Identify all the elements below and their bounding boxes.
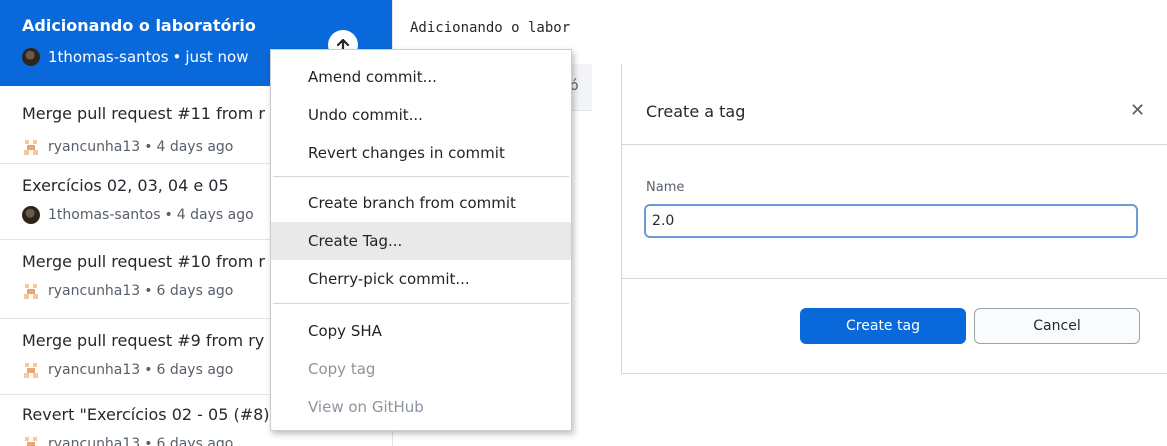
commit-author: ryancunha13 <box>48 139 141 155</box>
menu-separator <box>273 303 569 304</box>
menu-item-undo-commit[interactable]: Undo commit... <box>271 96 571 134</box>
meta-separator: • <box>144 283 153 299</box>
commit-time: 6 days ago <box>156 362 234 378</box>
commit-detail-title: Adicionando o labor <box>410 20 571 36</box>
avatar <box>22 361 40 379</box>
commit-title: Exercícios 02, 03, 04 e 05 <box>22 176 229 195</box>
commit-time: just now <box>185 48 249 66</box>
commit-meta: ryancunha13 • 6 days ago <box>22 361 233 379</box>
create-tag-button[interactable]: Create tag <box>800 308 966 344</box>
create-tag-dialog: Create a tag ✕ Name Create tag Cancel <box>621 64 1167 374</box>
commit-meta: ryancunha13 • 6 days ago <box>22 282 233 300</box>
menu-item-amend-commit[interactable]: Amend commit... <box>271 58 571 96</box>
commit-meta: 1thomas-santos • 4 days ago <box>22 206 254 224</box>
commit-author: 1thomas-santos <box>48 207 161 223</box>
menu-item-revert-changes[interactable]: Revert changes in commit <box>271 134 571 172</box>
commit-title: Adicionando o laboratório <box>22 16 256 35</box>
commit-time: 4 days ago <box>156 139 234 155</box>
menu-item-cherry-pick[interactable]: Cherry-pick commit... <box>271 260 571 298</box>
meta-separator: • <box>144 362 153 378</box>
menu-separator <box>273 176 569 177</box>
tag-name-input[interactable] <box>644 204 1138 238</box>
commit-title: Merge pull request #9 from ry <box>22 331 265 350</box>
meta-separator: • <box>172 48 182 66</box>
commit-author: 1thomas-santos <box>48 48 169 66</box>
commit-author: ryancunha13 <box>48 436 141 446</box>
commit-title: Merge pull request #10 from r <box>22 252 265 271</box>
avatar <box>22 206 40 224</box>
meta-separator: • <box>164 207 173 223</box>
meta-separator: • <box>144 139 153 155</box>
cancel-button[interactable]: Cancel <box>974 308 1140 344</box>
menu-item-view-on-github[interactable]: View on GitHub <box>271 388 571 426</box>
avatar <box>22 138 40 156</box>
dialog-divider <box>622 278 1167 279</box>
commit-title: Revert "Exercícios 02 - 05 (#8) <box>22 405 270 424</box>
context-menu: Amend commit... Undo commit... Revert ch… <box>270 49 572 431</box>
avatar <box>22 435 40 446</box>
commit-meta: 1thomas-santos • just now <box>22 48 248 66</box>
dialog-header: Create a tag ✕ <box>622 64 1167 145</box>
commit-title: Merge pull request #11 from r <box>22 104 265 123</box>
menu-item-create-tag[interactable]: Create Tag... <box>271 222 571 260</box>
avatar <box>22 48 40 66</box>
meta-separator: • <box>144 436 153 446</box>
commit-time: 6 days ago <box>156 283 234 299</box>
menu-item-create-branch[interactable]: Create branch from commit <box>271 184 571 222</box>
commit-time: 4 days ago <box>176 207 254 223</box>
commit-meta: ryancunha13 • 4 days ago <box>22 138 233 156</box>
commit-time: 6 days ago <box>156 436 234 446</box>
menu-item-copy-tag[interactable]: Copy tag <box>271 350 571 388</box>
close-icon[interactable]: ✕ <box>1130 100 1145 121</box>
commit-author: ryancunha13 <box>48 283 141 299</box>
menu-item-copy-sha[interactable]: Copy SHA <box>271 312 571 350</box>
dialog-title: Create a tag <box>646 102 746 121</box>
tag-name-label: Name <box>646 180 685 195</box>
avatar <box>22 282 40 300</box>
commit-author: ryancunha13 <box>48 362 141 378</box>
commit-meta: ryancunha13 • 6 days ago <box>22 435 233 446</box>
